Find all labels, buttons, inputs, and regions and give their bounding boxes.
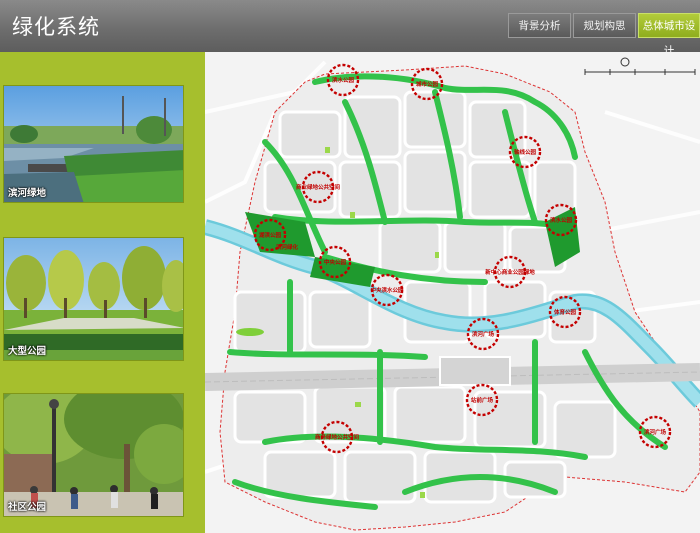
map-label: 滨水公园 xyxy=(332,76,355,84)
header-bar: 绿化系统 背景分析 规划构思 总体城市设计 xyxy=(0,0,700,57)
photo-riverside-greenland: 滨河绿地 xyxy=(3,85,184,203)
map-label: 滨河绿化 xyxy=(276,243,299,251)
photo-caption: 大型公园 xyxy=(8,346,47,357)
page-title: 绿化系统 xyxy=(12,15,100,39)
map-label: 湖滨公园 xyxy=(259,231,282,239)
map-label: 体育公园 xyxy=(554,308,577,316)
map-label: 站前广场 xyxy=(471,396,494,404)
photo-community-park: 社区公园 xyxy=(3,393,184,517)
photo-large-park: 大型公园 xyxy=(3,237,184,361)
green-system-map: 滨水公园 城市公园 轴线公园 商业绿地公共空间 滨水公园 湖滨公园 中央公园 中… xyxy=(202,52,700,533)
tab-background-analysis[interactable]: 背景分析 xyxy=(508,13,571,38)
photo-caption: 社区公园 xyxy=(8,502,47,513)
tab-planning-concept[interactable]: 规划构思 xyxy=(573,13,636,38)
map-label: 中央滨水公园 xyxy=(370,286,404,294)
map-label: 城市公园 xyxy=(416,80,439,88)
map-label: 中央公园 xyxy=(324,258,347,266)
map-label: 滨河广场 xyxy=(644,428,667,436)
map-label: 商务绿地公共空间 xyxy=(315,433,360,441)
tab-overall-urban-design[interactable]: 总体城市设计 xyxy=(638,13,700,57)
photo-caption: 滨河绿地 xyxy=(8,188,47,199)
page: 绿化系统 背景分析 规划构思 总体城市设计 滨河绿地 大型公园 社区公园 滨水公… xyxy=(0,0,700,533)
map-label: 滨水公园 xyxy=(550,216,573,224)
map-label: 滨河广场 xyxy=(472,330,495,338)
map-canvas: 滨水公园 城市公园 轴线公园 商业绿地公共空间 滨水公园 湖滨公园 中央公园 中… xyxy=(202,57,700,531)
map-label: 新中心商业公园绿地 xyxy=(485,268,535,276)
map-label: 轴线公园 xyxy=(514,148,537,156)
map-label: 商业绿地公共空间 xyxy=(296,183,341,191)
